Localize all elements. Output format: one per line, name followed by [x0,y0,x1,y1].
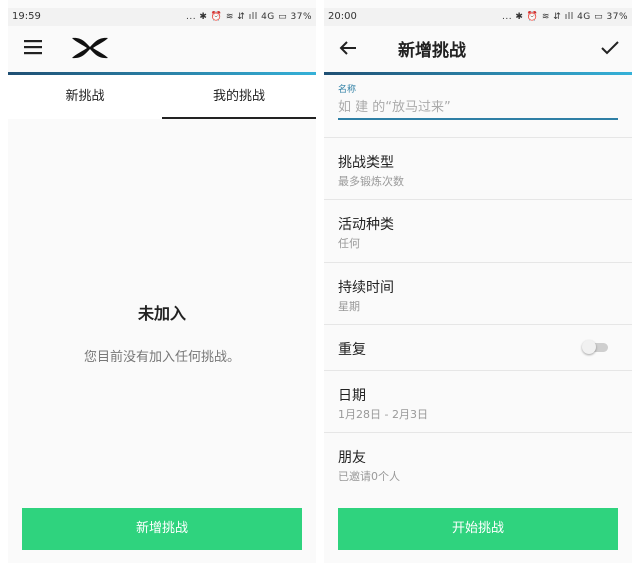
status-time: 20:00 [328,11,357,22]
empty-state-title: 未加入 [137,304,186,323]
start-challenge-button[interactable]: 开始挑战 [338,508,618,550]
field-value: 已邀请0个人 [338,470,400,483]
field-value: 任何 [338,237,360,250]
field-label: 日期 [338,388,366,404]
tab-my-challenges-label: 我的挑战 [212,89,265,104]
field-value: 最多锻炼次数 [338,175,404,188]
field-value: 星期 [338,300,360,313]
empty-state-message: 您目前没有加入任何挑战。 [83,350,240,365]
status-time: 19:59 [12,11,41,22]
status-bar: 19:59 ... ✱ ⏰ ≋ ⇵ ıll 4G ▭ 37% [8,8,316,26]
field-date[interactable]: 日期 1月28日 - 2月3日 [324,370,632,433]
back-arrow-icon[interactable] [336,36,360,60]
field-challenge-type[interactable]: 挑战类型 最多锻炼次数 [324,137,632,200]
name-field-label: 名称 [338,85,357,95]
app-bar [324,26,632,72]
tab-new-challenges[interactable]: 新挑战 [8,75,162,119]
field-label: 挑战类型 [338,155,394,171]
screen-new-challenge: 20:00 ... ✱ ⏰ ≋ ⇵ ıll 4G ▭ 37% 新增挑战 名称 挑… [324,0,632,563]
field-duration[interactable]: 持续时间 星期 [324,262,632,325]
field-label: 活动种类 [338,217,394,233]
toggle-knob [582,340,596,354]
screen-my-challenges: 19:59 ... ✱ ⏰ ≋ ⇵ ıll 4G ▭ 37% 新挑战 我的挑战 … [8,0,316,563]
menu-icon[interactable] [22,36,44,58]
active-tab-indicator [162,117,316,119]
field-label: 持续时间 [338,280,394,296]
field-friends[interactable]: 朋友 已邀请0个人 [324,432,632,495]
under-armour-logo [68,34,112,62]
status-icons: ... ✱ ⏰ ≋ ⇵ ıll 4G ▭ 37% [185,12,312,22]
checkmark-icon[interactable] [598,36,622,60]
field-label: 重复 [338,342,366,358]
app-bar [8,26,316,72]
repeat-toggle[interactable] [582,340,608,354]
field-value: 1月28日 - 2月3日 [338,408,428,421]
tab-my-challenges[interactable]: 我的挑战 [162,75,316,119]
add-challenge-button[interactable]: 新增挑战 [22,508,302,550]
status-icons: ... ✱ ⏰ ≋ ⇵ ıll 4G ▭ 37% [501,12,628,22]
page-title: 新增挑战 [398,41,466,61]
status-bar: 20:00 ... ✱ ⏰ ≋ ⇵ ıll 4G ▭ 37% [324,8,632,26]
tab-bar: 新挑战 我的挑战 [8,75,316,119]
tab-new-challenges-label: 新挑战 [65,89,105,104]
field-activity-type[interactable]: 活动种类 任何 [324,199,632,263]
challenge-name-input[interactable] [338,96,618,120]
field-label: 朋友 [338,450,366,466]
